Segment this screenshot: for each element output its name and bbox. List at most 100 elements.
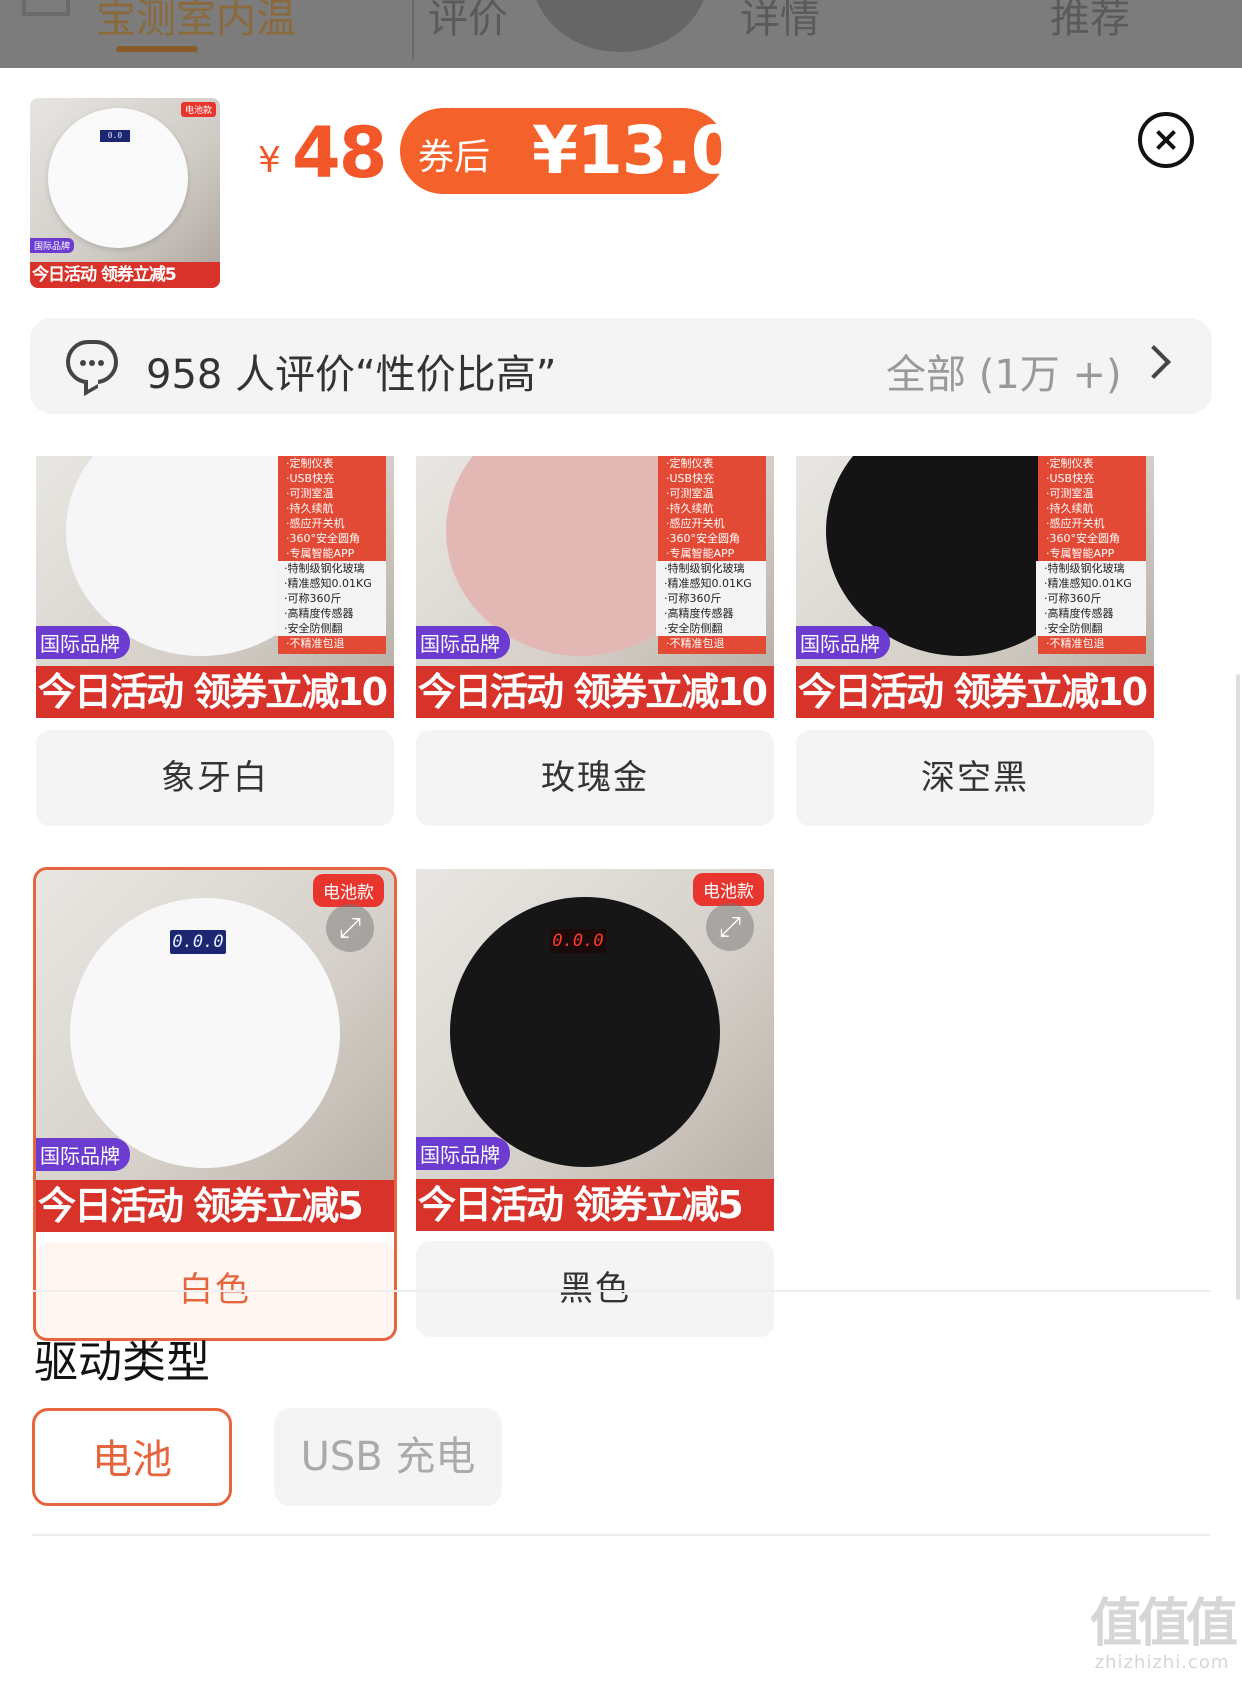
nav-active-underline	[116, 46, 198, 52]
product-thumbnail[interactable]: 0.0 电池款 国际品牌 今日活动 领券立减5	[30, 98, 220, 288]
feature-item: ·高精度传感器	[656, 606, 766, 621]
feature-item: ·特制级钢化玻璃	[1036, 561, 1146, 576]
feature-item: ·持久续航	[286, 502, 334, 515]
feature-item: ·可测室温	[1046, 487, 1094, 500]
feature-item: ·定制仪表	[666, 457, 714, 470]
coupon-label: 券后	[418, 137, 491, 178]
feature-list: ·定制仪表 ·USB快充 ·可测室温 ·持久续航 ·感应开关机 ·360°安全圆角 ·专属智…	[276, 456, 386, 654]
promo-banner: 今日活动 领券立减10	[36, 666, 394, 718]
option-label[interactable]: 黑色	[416, 1241, 774, 1337]
watermark: 值值值 zhizhizhi.com	[1090, 1594, 1238, 1673]
feature-item: ·可测室温	[666, 487, 714, 500]
brand-badge: 国际品牌	[30, 238, 75, 253]
feature-item: ·USB快充	[666, 472, 715, 485]
promo-banner: 今日活动 领券立减10	[796, 666, 1154, 718]
promo-banner: 今日活动 领券立减5	[416, 1179, 774, 1231]
option-card[interactable]: 0.0.0 电池款 ⤢ 国际品牌今日活动 领券立减5 黑色	[416, 869, 774, 1337]
feature-item: ·USB快充	[286, 472, 335, 485]
feature-item: ·感应开关机	[286, 517, 345, 530]
scale-display: 0.0.0	[550, 929, 606, 953]
scale-display: 0.0	[100, 130, 130, 142]
promo-banner: 今日活动 领券立减5	[36, 1180, 394, 1232]
feature-item: ·精准感知0.01KG	[1036, 576, 1146, 591]
option-card[interactable]: 0.0.0 电池款 ⤢ 国际品牌 今日活动 领券立减5 白色	[33, 867, 397, 1341]
nav-tab-product: 宝测室内温	[96, 0, 296, 42]
nav-tab-recommend: 推荐	[1050, 0, 1130, 42]
currency-symbol: ¥	[258, 140, 281, 181]
battery-tag: 电池款	[180, 102, 216, 117]
feature-item: ·特制级钢化玻璃	[276, 561, 386, 576]
brand-badge: 国际品牌	[416, 626, 510, 659]
feature-item: ·360°安全圆角	[666, 532, 740, 545]
brand-badge: 国际品牌	[36, 1138, 130, 1171]
option-card[interactable]: ·定制仪表 ·USB快充 ·可测室温 ·持久续航 ·感应开关机 ·360°安全圆角 ·专属智…	[36, 456, 394, 826]
feature-item: ·精准感知0.01KG	[276, 576, 386, 591]
feature-item: ·感应开关机	[666, 517, 725, 530]
feature-item: ·不精准包退	[286, 637, 345, 650]
brand-badge: 国际品牌	[36, 626, 130, 659]
feature-item: ·定制仪表	[1046, 457, 1094, 470]
option-image: ·定制仪表 ·USB快充 ·可测室温 ·持久续航 ·感应开关机 ·360°安全圆角 ·专属智…	[796, 456, 1154, 718]
feature-item: ·专属智能APP	[286, 547, 355, 560]
chat-bubble-icon	[66, 340, 118, 384]
option-image: ·定制仪表 ·USB快充 ·可测室温 ·持久续航 ·感应开关机 ·360°安全圆角 ·专属智…	[416, 456, 774, 718]
battery-tag: 电池款	[313, 874, 384, 907]
nav-center-circle	[532, 0, 708, 52]
feature-list: ·定制仪表 ·USB快充 ·可测室温 ·持久续航 ·感应开关机 ·360°安全圆角 ·专属智…	[656, 456, 766, 654]
sku-picker-sheet: 0.0 电池款 国际品牌 今日活动 领券立减5 ¥ 48 券后 ¥13.00 9…	[0, 68, 1242, 1685]
review-summary-bar[interactable]: 958 人评价“性价比高” 全部 (1万 +)	[30, 318, 1212, 414]
feature-item: ·可称360斤	[656, 591, 766, 606]
expand-icon[interactable]: ⤢	[706, 903, 754, 951]
option-label[interactable]: 玫瑰金	[416, 730, 774, 826]
nav-tab-details: 详情	[740, 0, 820, 42]
nav-divider	[412, 0, 414, 60]
feature-item: ·360°安全圆角	[286, 532, 360, 545]
review-summary-text: 958 人评价“性价比高”	[146, 352, 557, 398]
feature-item: ·高精度传感器	[276, 606, 386, 621]
feature-item: ·专属智能APP	[1046, 547, 1115, 560]
option-image: ·定制仪表 ·USB快充 ·可测室温 ·持久续航 ·感应开关机 ·360°安全圆角 ·专属智…	[36, 456, 394, 718]
scrollbar[interactable]	[1236, 674, 1240, 1300]
feature-item: ·专属智能APP	[666, 547, 735, 560]
feature-item: ·可称360斤	[276, 591, 386, 606]
feature-item: ·不精准包退	[1046, 637, 1105, 650]
coupon-price-badge: 券后 ¥13.00	[400, 108, 782, 194]
feature-item: ·不精准包退	[666, 637, 725, 650]
scale-display: 0.0.0	[170, 930, 226, 954]
divider	[32, 1290, 1210, 1292]
option-card[interactable]: ·定制仪表 ·USB快充 ·可测室温 ·持久续航 ·感应开关机 ·360°安全圆角 ·专属智…	[416, 456, 774, 826]
watermark-logo: 值值值	[1090, 1594, 1238, 1654]
feature-item: ·特制级钢化玻璃	[656, 561, 766, 576]
feature-item: ·定制仪表	[286, 457, 334, 470]
watermark-url: zhizhizhi.com	[1094, 1652, 1230, 1673]
divider	[32, 1534, 1210, 1536]
brand-badge: 国际品牌	[416, 1137, 510, 1170]
favorite-icon	[22, 0, 70, 16]
feature-item: ·360°安全圆角	[1046, 532, 1120, 545]
close-icon[interactable]	[1138, 112, 1194, 168]
feature-item: ·精准感知0.01KG	[656, 576, 766, 591]
feature-list: ·定制仪表 ·USB快充 ·可测室温 ·持久续航 ·感应开关机 ·360°安全圆角 ·专属智…	[1036, 456, 1146, 654]
feature-item: ·高精度传感器	[1036, 606, 1146, 621]
option-label[interactable]: 象牙白	[36, 730, 394, 826]
battery-tag: 电池款	[693, 873, 764, 906]
nav-tab-reviews: 评价	[428, 0, 508, 42]
feature-item: ·可测室温	[286, 487, 334, 500]
background-nav: 宝测室内温 评价 详情 推荐	[0, 0, 1242, 68]
option-label[interactable]: 深空黑	[796, 730, 1154, 826]
feature-item: ·安全防侧翻	[1036, 621, 1146, 636]
feature-item: ·可称360斤	[1036, 591, 1146, 606]
all-reviews-link[interactable]: 全部 (1万 +)	[886, 342, 1122, 400]
feature-item: ·持久续航	[666, 502, 714, 515]
chevron-right-icon	[1137, 345, 1171, 379]
drive-option-usb[interactable]: USB 充电	[274, 1408, 502, 1506]
option-image: 0.0.0 电池款 ⤢ 国际品牌今日活动 领券立减5	[416, 869, 774, 1231]
scale-image	[48, 108, 188, 248]
feature-item: ·安全防侧翻	[656, 621, 766, 636]
feature-item: ·USB快充	[1046, 472, 1095, 485]
promo-banner: 今日活动 领券立减10	[416, 666, 774, 718]
expand-icon[interactable]: ⤢	[326, 904, 374, 952]
option-card[interactable]: ·定制仪表 ·USB快充 ·可测室温 ·持久续航 ·感应开关机 ·360°安全圆角 ·专属智…	[796, 456, 1154, 826]
brand-badge: 国际品牌	[796, 626, 890, 659]
drive-option-battery[interactable]: 电池	[32, 1408, 232, 1506]
